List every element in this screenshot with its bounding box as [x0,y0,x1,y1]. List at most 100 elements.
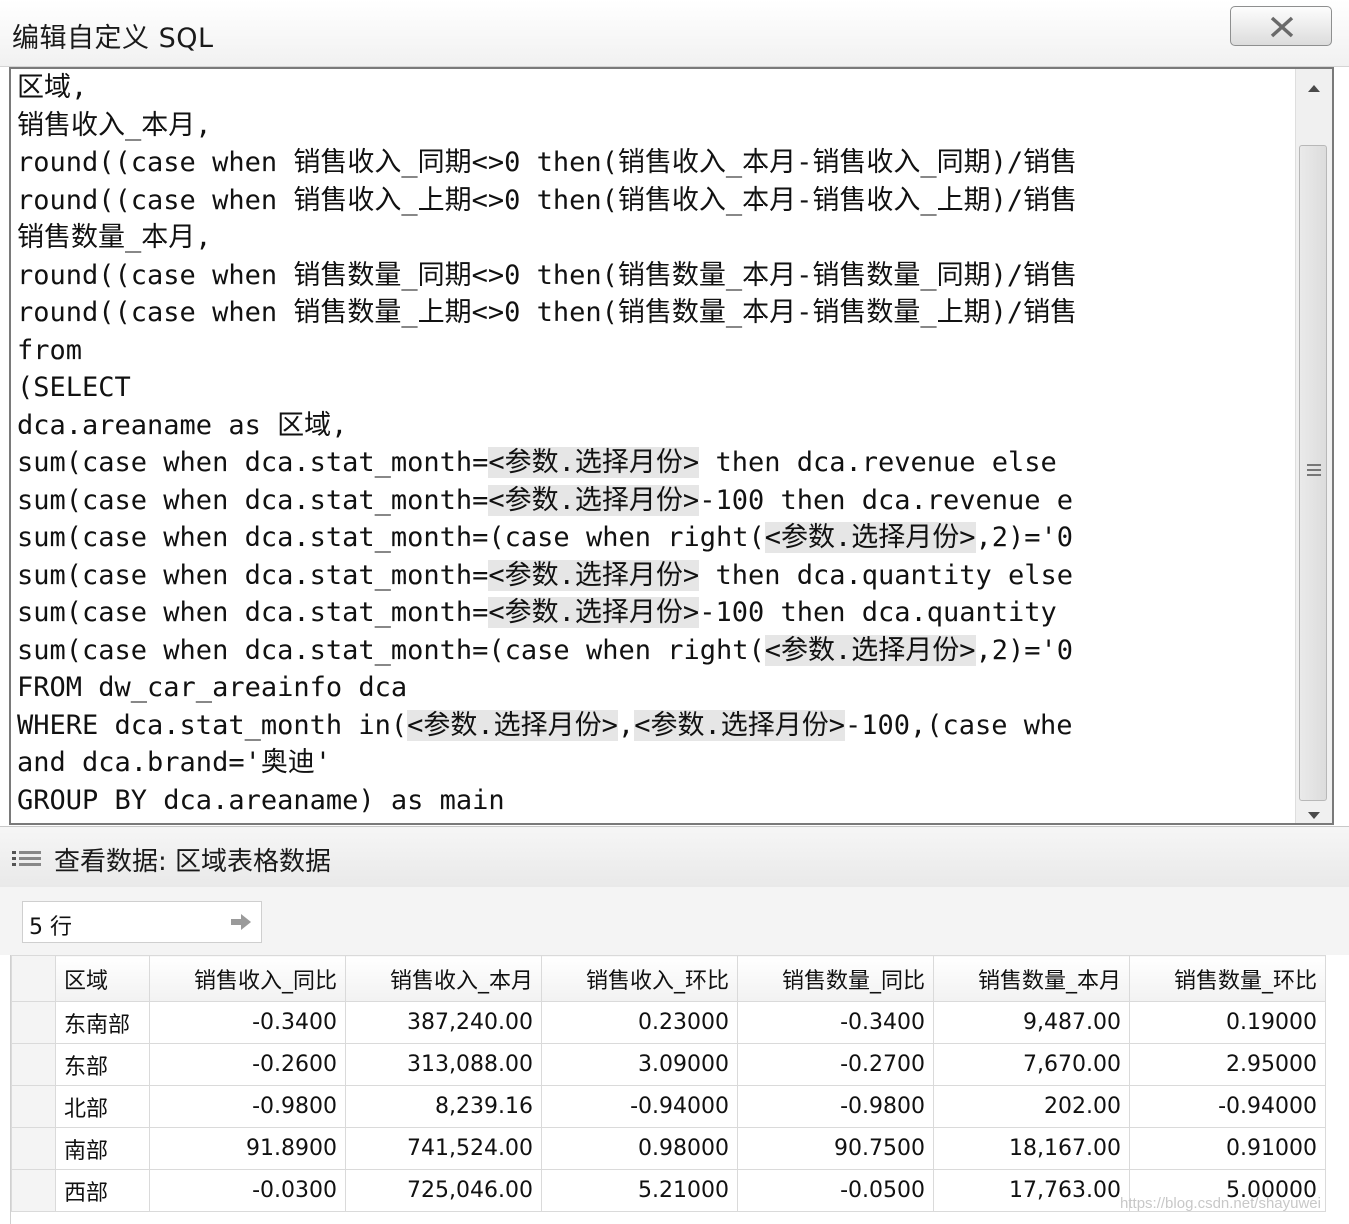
code-text: from [17,334,83,366]
value-cell: 90.7500 [737,1127,934,1170]
vertical-scrollbar[interactable] [1295,69,1332,823]
parameter-token: <参数.选择月份> [407,709,618,741]
table-row[interactable]: 东南部 -0.3400 387,240.00 0.23000 -0.3400 9,487.… [11,1001,1326,1044]
row-selector[interactable] [11,1169,56,1212]
code-text: sum(case when dca.stat_month=(case when … [17,634,765,666]
value-cell: -0.9800 [737,1085,934,1128]
value-cell: 313,088.00 [345,1043,542,1086]
region-cell: 东南部 [55,1001,150,1044]
value-cell: 5.21000 [541,1169,738,1212]
value-cell: -0.94000 [1129,1085,1326,1128]
value-cell: 0.23000 [541,1001,738,1044]
code-line: dca.areaname as 区域, [17,407,1297,445]
code-text: sum(case when dca.stat_month= [17,447,489,478]
code-text: then dca.quantity else [699,559,1074,591]
value-cell: -0.94000 [541,1085,738,1128]
row-selector[interactable] [11,1001,56,1044]
parameter-token: <参数.选择月份> [764,634,976,666]
value-cell: 0.98000 [541,1127,738,1170]
row-selector-header[interactable] [11,955,56,1002]
column-header[interactable]: 销售数量_本月 [933,955,1130,1002]
code-text: WHERE dca.stat_month in( [17,709,408,741]
column-header[interactable]: 销售收入_本月 [345,955,542,1002]
row-selector[interactable] [11,1127,56,1170]
value-cell: 202.00 [933,1085,1130,1128]
scroll-thumb[interactable] [1299,145,1327,801]
column-header[interactable]: 销售收入_环比 [541,955,738,1002]
arrow-right-icon[interactable] [229,912,253,932]
code-text: sum(case when dca.stat_month= [17,484,489,516]
code-line: sum(case when dca.stat_month=<参数.选择月份>-1… [17,482,1297,520]
value-cell: 9,487.00 [933,1001,1130,1044]
parameter-token: <参数.选择月份> [764,522,976,553]
value-cell: 0.19000 [1129,1001,1326,1044]
code-text: dca.areaname as 区域, [17,409,348,441]
code-line: 销售数量_本月, [17,219,1297,257]
region-cell: 西部 [55,1169,150,1212]
close-button[interactable] [1230,6,1332,46]
parameter-token: <参数.选择月份> [488,559,700,591]
view-data-header: 查看数据: 区域表格数据 [0,826,1349,888]
code-line: sum(case when dca.stat_month=(case when … [17,632,1297,670]
value-cell: 387,240.00 [345,1001,542,1044]
code-line: sum(case when dca.stat_month=(case when … [17,519,1297,557]
value-cell: 91.8900 [149,1127,346,1170]
code-line: WHERE dca.stat_month in(<参数.选择月份>,<参数.选择… [17,707,1297,745]
value-cell: 741,524.00 [345,1127,542,1170]
code-text: then dca.revenue else [699,447,1074,478]
code-line: round((case when 销售收入_同期<>0 then(销售收入_本月… [17,144,1297,182]
row-selector[interactable] [11,1085,56,1128]
code-line: round((case when 销售数量_同期<>0 then(销售数量_本月… [17,257,1297,295]
column-header[interactable]: 销售收入_同比 [149,955,346,1002]
sql-code-area[interactable]: 区域, 销售收入_本月, round((case when 销售收入_同期<>0 t… [17,69,1297,823]
value-cell: 3.09000 [541,1043,738,1086]
code-text: round((case when 销售收入_上期<>0 then(销售收入_本月… [17,184,1078,216]
watermark: https://blog.csdn.net/shayuwei [1120,1195,1321,1212]
scroll-down-arrow-icon[interactable] [1307,811,1321,821]
code-text: -100 then dca.quantity [699,597,1074,628]
value-cell: 7,670.00 [933,1043,1130,1086]
column-header[interactable]: 销售数量_同比 [737,955,934,1002]
scroll-up-arrow-icon[interactable] [1307,83,1321,93]
code-line: and dca.brand='奥迪' [17,744,1297,782]
parameter-token: <参数.选择月份> [634,709,845,741]
code-line: from [17,332,1297,370]
column-header[interactable]: 区域 [55,955,150,1002]
row-selector[interactable] [11,1043,56,1086]
code-line: sum(case when dca.stat_month=<参数.选择月份>-1… [17,594,1297,632]
code-text: round((case when 销售收入_同期<>0 then(销售收入_本月… [17,147,1078,178]
table-view-icon [12,851,41,866]
code-line: FROM dw_car_areainfo dca [17,669,1297,707]
table-row[interactable]: 南部 91.8900 741,524.00 0.98000 90.7500 18,167.… [11,1127,1326,1170]
value-cell: 2.95000 [1129,1043,1326,1086]
row-count-field[interactable]: 5 行 [22,901,262,943]
table-header-row: 区域 销售收入_同比 销售收入_本月 销售收入_环比 销售数量_同比 销售数量_本月 销售数… [11,955,1326,1002]
code-text: -100 then dca.revenue e [699,484,1074,516]
region-cell: 北部 [55,1085,150,1128]
code-text: sum(case when dca.stat_month=(case when … [17,522,765,553]
code-line: 销售收入_本月, [17,107,1297,145]
window-title: 编辑自定义 SQL [12,23,214,54]
value-cell: -0.9800 [149,1085,346,1128]
column-header[interactable]: 销售数量_环比 [1129,955,1326,1002]
sql-editor[interactable]: 区域, 销售收入_本月, round((case when 销售收入_同期<>0 t… [9,67,1334,825]
code-text: round((case when 销售数量_上期<>0 then(销售数量_本月… [17,297,1078,328]
value-cell: 0.91000 [1129,1127,1326,1170]
value-cell: -0.3400 [737,1001,934,1044]
table-row[interactable]: 北部 -0.9800 8,239.16 -0.94000 -0.9800 202.00 -0… [11,1085,1326,1128]
code-text: round((case when 销售数量_同期<>0 then(销售数量_本月… [17,259,1078,291]
table-row[interactable]: 东部 -0.2600 313,088.00 3.09000 -0.2700 7,670.0… [11,1043,1326,1086]
parameter-token: <参数.选择月份> [488,597,700,628]
value-cell: 18,167.00 [933,1127,1130,1170]
code-text: 区域, [17,72,88,103]
data-grid: 区域 销售收入_同比 销售收入_本月 销售收入_环比 销售数量_同比 销售数量_本月 销售数… [10,955,1329,1224]
code-text: and dca.brand='奥迪' [17,747,332,778]
region-cell: 南部 [55,1127,150,1170]
value-cell: 17,763.00 [933,1169,1130,1212]
value-cell: -0.0300 [149,1169,346,1212]
code-text: -100,(case whe [844,709,1073,741]
code-text: ,2)='0 [975,634,1074,666]
grip-icon [1307,464,1321,476]
value-cell: -0.2600 [149,1043,346,1086]
data-table: 区域 销售收入_同比 销售收入_本月 销售收入_环比 销售数量_同比 销售数量_本月 销售数… [11,955,1326,1212]
